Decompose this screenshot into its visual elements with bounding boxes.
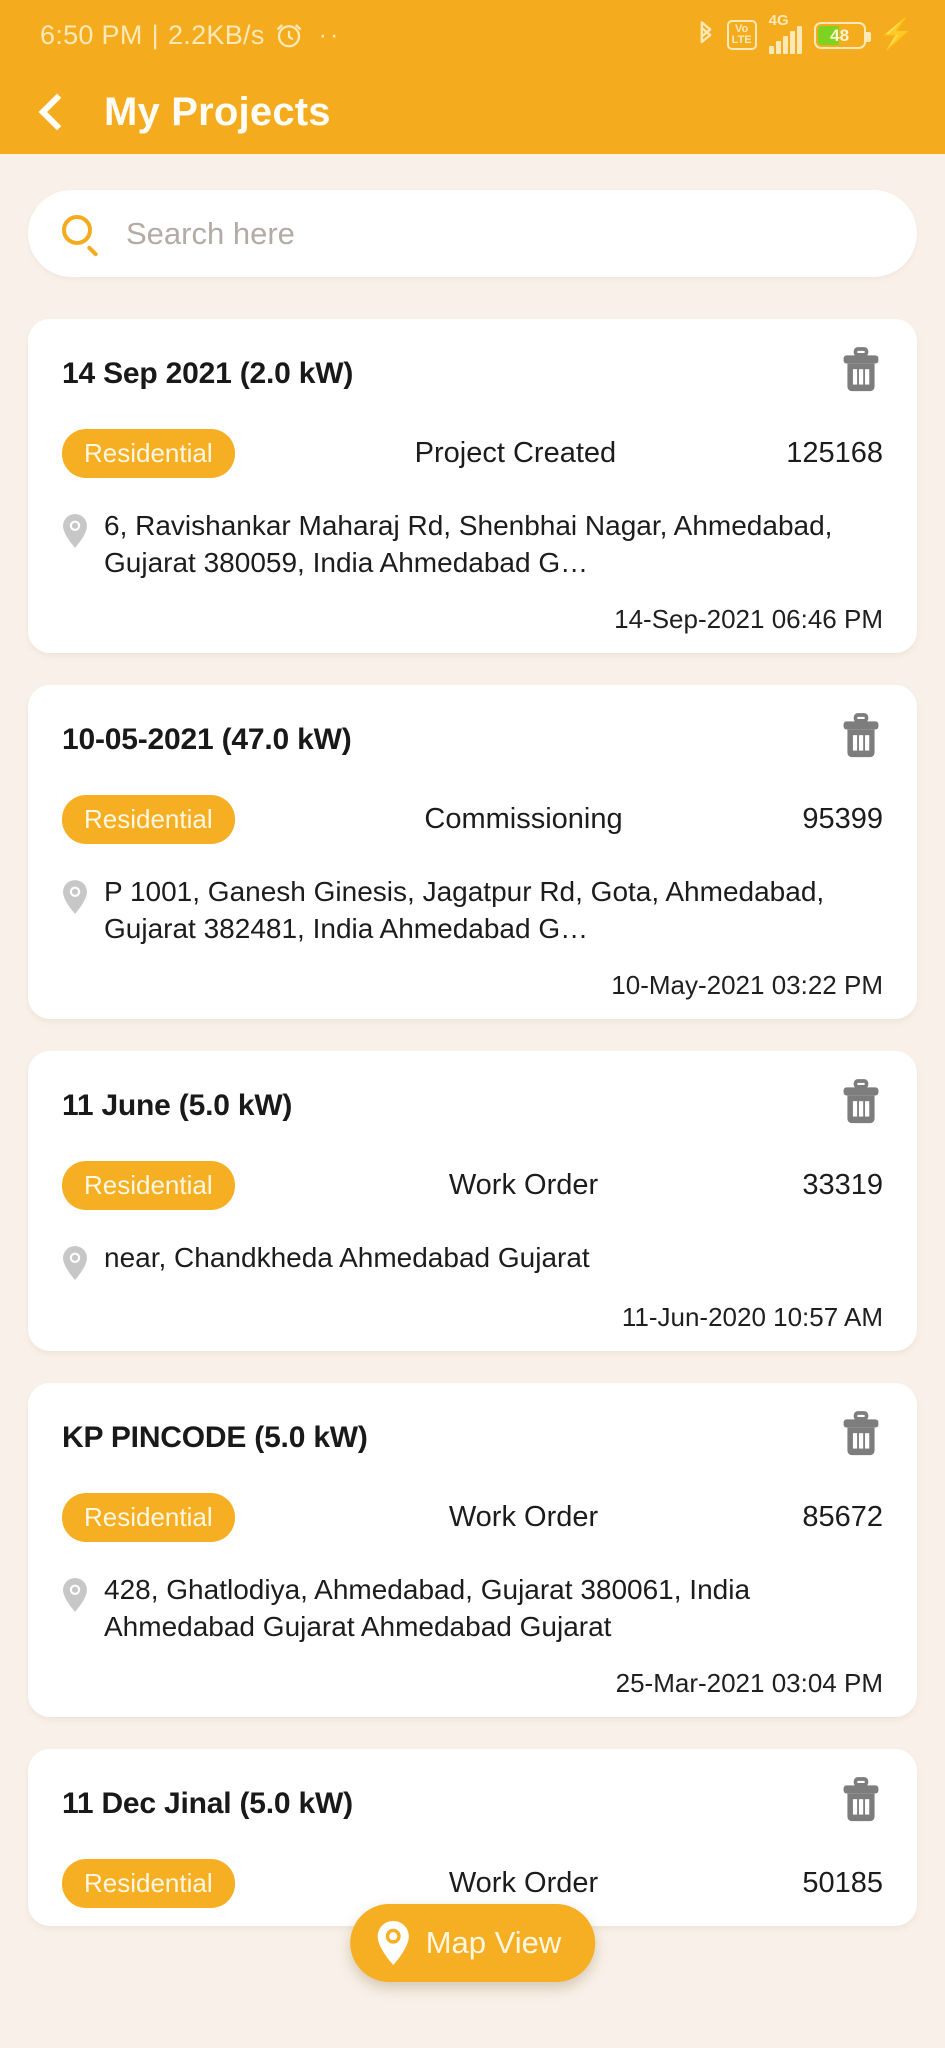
project-title: KP PINCODE (5.0 kW) [62, 1420, 368, 1454]
signal-bar-3 [782, 36, 788, 54]
map-view-label: Map View [425, 1925, 562, 1960]
project-timestamp: 14-Sep-2021 06:46 PM [614, 603, 883, 634]
project-id: 95399 [802, 802, 883, 835]
project-card[interactable]: 10-05-2021 (47.0 kW) Residential Commiss… [28, 684, 917, 1019]
signal-bar-1 [768, 46, 774, 54]
project-stage: Work Order [448, 1866, 599, 1899]
location-pin-icon [377, 1921, 409, 1965]
trash-icon[interactable] [839, 345, 883, 397]
project-title: 10-05-2021 (47.0 kW) [62, 722, 352, 756]
search-input[interactable]: Search here [126, 216, 295, 252]
project-meta-row: Residential Commissioning 95399 [62, 794, 883, 844]
back-chevron-icon[interactable] [38, 93, 76, 131]
app-bar: My Projects [0, 70, 945, 154]
project-card[interactable]: 11 June (5.0 kW) Residential Work Order … [28, 1050, 917, 1351]
project-card-header: 11 Dec Jinal (5.0 kW) [62, 1775, 883, 1827]
location-pin-icon [63, 1577, 87, 1612]
project-title: 11 Dec Jinal (5.0 kW) [62, 1786, 353, 1820]
location-pin-icon [63, 514, 87, 548]
status-more-icon: ·· [318, 20, 342, 49]
project-meta-row: Residential Work Order 33319 [62, 1160, 883, 1210]
network-speed: 2.2KB/s [167, 19, 265, 50]
trash-icon[interactable] [839, 1409, 883, 1461]
signal-bar-4 [789, 31, 795, 54]
project-address-row: 6, Ravishankar Maharaj Rd, Shenbhai Naga… [62, 508, 883, 582]
search-bar[interactable]: Search here [28, 190, 917, 277]
project-id: 33319 [802, 1168, 883, 1201]
battery-icon: 48 [813, 21, 871, 49]
project-stage: Commissioning [424, 802, 623, 835]
project-timestamp: 11-Jun-2020 10:57 AM [621, 1301, 883, 1332]
project-stage: Work Order [448, 1168, 599, 1201]
project-address-row: P 1001, Ganesh Ginesis, Jagatpur Rd, Got… [62, 874, 883, 948]
status-badge: Residential [62, 429, 235, 478]
project-meta-row: Residential Project Created 125168 [62, 429, 883, 478]
trash-icon[interactable] [839, 711, 883, 763]
project-stage: Project Created [414, 437, 617, 469]
trash-icon[interactable] [839, 1077, 883, 1129]
project-card[interactable]: 11 Dec Jinal (5.0 kW) Residential Work O… [28, 1748, 917, 1926]
project-meta-row: Residential Work Order 50185 [62, 1858, 883, 1908]
project-id: 85672 [802, 1500, 883, 1533]
signal-bar-2 [775, 41, 781, 54]
project-id: 125168 [786, 437, 883, 469]
search-icon [62, 214, 100, 257]
status-separator: | [151, 19, 159, 50]
project-card[interactable]: KP PINCODE (5.0 kW) Residential Work Ord… [28, 1382, 917, 1717]
signal-bar-5 [796, 26, 802, 54]
project-id: 50185 [802, 1866, 883, 1899]
page-title: My Projects [104, 89, 331, 134]
project-title: 11 June (5.0 kW) [62, 1088, 293, 1122]
project-stage: Work Order [448, 1500, 599, 1533]
project-address-row: 428, Ghatlodiya, Ahmedabad, Gujarat 3800… [62, 1572, 883, 1646]
project-timestamp: 25-Mar-2021 03:04 PM [615, 1667, 883, 1698]
volte-line-2: LTE [731, 34, 752, 46]
project-timestamp: 10-May-2021 03:22 PM [611, 969, 883, 1000]
project-meta-row: Residential Work Order 85672 [62, 1492, 883, 1542]
location-pin-icon [63, 880, 87, 914]
status-time: 6:50 PM [40, 19, 143, 50]
bluetooth-icon [700, 21, 712, 44]
project-address: P 1001, Ganesh Ginesis, Jagatpur Rd, Got… [104, 875, 825, 944]
status-bar-right: Vo LTE 4G 48 ⚡ [697, 12, 915, 54]
project-card-header: 10-05-2021 (47.0 kW) [62, 711, 883, 763]
project-card-header: 14 Sep 2021 (2.0 kW) [62, 345, 883, 397]
project-title: 14 Sep 2021 (2.0 kW) [62, 357, 354, 390]
project-card-header: 11 June (5.0 kW) [62, 1077, 883, 1129]
battery-percent-label: 48 [830, 25, 850, 45]
network-type-label: 4G [768, 12, 789, 29]
status-badge: Residential [62, 1858, 235, 1908]
trash-icon[interactable] [839, 1775, 883, 1827]
map-view-button[interactable]: Map View [349, 1904, 596, 1982]
projects-list-scroll[interactable]: Search here 14 Sep 2021 (2.0 kW) Residen… [0, 154, 945, 2048]
project-card-header: KP PINCODE (5.0 kW) [62, 1409, 883, 1461]
volte-icon: Vo LTE [726, 20, 757, 50]
project-card[interactable]: 14 Sep 2021 (2.0 kW) Residential Project… [28, 319, 917, 653]
signal-strength-icon: 4G [768, 12, 802, 54]
project-address-row: near, Chandkheda Ahmedabad Gujarat [62, 1240, 883, 1280]
charging-bolt-icon: ⚡ [877, 18, 915, 51]
status-bar-left: 6:50 PM | 2.2KB/s ·· [40, 20, 341, 51]
status-bar: 6:50 PM | 2.2KB/s ·· Vo LTE 4G 48 ⚡ [0, 0, 945, 70]
project-address: near, Chandkheda Ahmedabad Gujarat [104, 1241, 590, 1273]
project-address: 6, Ravishankar Maharaj Rd, Shenbhai Naga… [104, 510, 833, 578]
status-badge: Residential [62, 1160, 235, 1210]
status-badge: Residential [62, 1492, 235, 1542]
status-badge: Residential [62, 794, 235, 844]
project-address: 428, Ghatlodiya, Ahmedabad, Gujarat 3800… [104, 1573, 751, 1642]
location-pin-icon [63, 1245, 87, 1280]
alarm-clock-icon [276, 24, 301, 48]
